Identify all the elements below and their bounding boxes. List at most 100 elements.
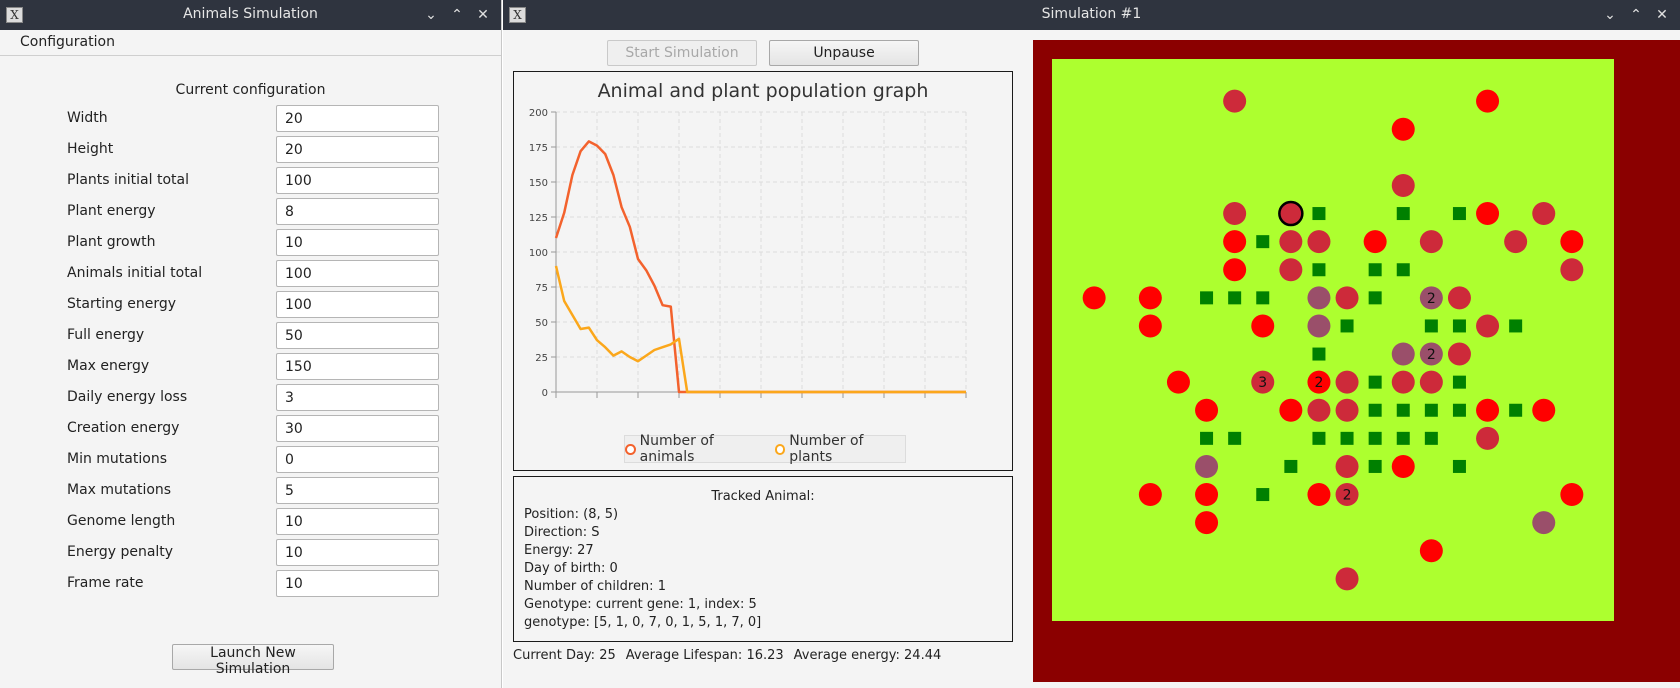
config-row: Max energy xyxy=(0,353,502,380)
config-label: Min mutations xyxy=(67,451,167,467)
config-label: Daily energy loss xyxy=(67,389,188,405)
start-simulation-button[interactable]: Start Simulation xyxy=(607,40,757,66)
map-canvas[interactable]: 2 2 3 2 2 xyxy=(1033,40,1680,682)
animal[interactable] xyxy=(1223,230,1247,254)
animal[interactable] xyxy=(1532,398,1556,422)
animal[interactable] xyxy=(1082,286,1106,310)
menu-configuration[interactable]: Configuration xyxy=(10,32,125,52)
animal[interactable] xyxy=(1532,511,1556,535)
config-input[interactable] xyxy=(276,415,439,442)
animal[interactable] xyxy=(1476,426,1500,450)
legend-animals-label: Number of animals xyxy=(639,433,714,465)
config-input[interactable] xyxy=(276,105,439,132)
animal[interactable] xyxy=(1419,370,1443,394)
animal[interactable] xyxy=(1560,230,1584,254)
animal[interactable] xyxy=(1138,483,1162,507)
close-icon[interactable]: ✕ xyxy=(473,4,493,26)
animal[interactable] xyxy=(1476,314,1500,338)
animal[interactable] xyxy=(1504,230,1528,254)
launch-simulation-button[interactable]: Launch New Simulation xyxy=(172,644,334,677)
config-input[interactable] xyxy=(276,477,439,504)
config-input[interactable] xyxy=(276,446,439,473)
config-input[interactable] xyxy=(276,353,439,380)
animal[interactable] xyxy=(1138,286,1162,310)
animal[interactable] xyxy=(1391,370,1415,394)
plant xyxy=(1368,263,1382,277)
animal[interactable] xyxy=(1476,398,1500,422)
config-input[interactable] xyxy=(276,167,439,194)
animal[interactable] xyxy=(1166,370,1190,394)
animal[interactable] xyxy=(1391,342,1415,366)
animal[interactable] xyxy=(1532,202,1556,226)
plant xyxy=(1368,431,1382,445)
animal[interactable] xyxy=(1560,483,1584,507)
animal[interactable] xyxy=(1223,202,1247,226)
animal[interactable] xyxy=(1335,370,1359,394)
config-input[interactable] xyxy=(276,291,439,318)
config-input[interactable] xyxy=(276,198,439,225)
animal[interactable] xyxy=(1279,230,1303,254)
legend-plants-symbol xyxy=(774,443,786,455)
animal[interactable] xyxy=(1307,398,1331,422)
tracked-day-of-birth: Day of birth: 0 xyxy=(524,561,618,576)
animal[interactable] xyxy=(1223,89,1247,113)
config-label: Energy penalty xyxy=(67,544,174,560)
animal[interactable] xyxy=(1335,454,1359,478)
animal[interactable] xyxy=(1307,286,1331,310)
config-label: Width xyxy=(67,110,108,126)
animal[interactable] xyxy=(1195,454,1219,478)
config-label: Plants initial total xyxy=(67,172,189,188)
tracked-animal[interactable] xyxy=(1278,200,1304,227)
minimize-icon[interactable]: ⌄ xyxy=(421,4,441,26)
animal[interactable] xyxy=(1195,398,1219,422)
config-input[interactable] xyxy=(276,508,439,535)
animal-count-label: 2 xyxy=(1427,291,1436,307)
animal[interactable] xyxy=(1223,258,1247,282)
plant xyxy=(1312,347,1326,361)
config-window-titlebar[interactable]: X Animals Simulation ⌄ ⌃ ✕ xyxy=(0,0,501,30)
tracked-animal-title: Tracked Animal: xyxy=(711,489,815,504)
animal[interactable] xyxy=(1391,454,1415,478)
animal[interactable] xyxy=(1419,230,1443,254)
simulation-window-titlebar[interactable]: X Simulation #1 ⌄ ⌃ ✕ xyxy=(503,0,1680,30)
animal[interactable] xyxy=(1279,398,1303,422)
animal[interactable] xyxy=(1335,567,1359,591)
animal[interactable] xyxy=(1476,89,1500,113)
config-input[interactable] xyxy=(276,136,439,163)
config-row: Height xyxy=(0,136,502,163)
config-input[interactable] xyxy=(276,322,439,349)
animal[interactable] xyxy=(1447,286,1471,310)
animal[interactable] xyxy=(1560,258,1584,282)
close-icon[interactable]: ✕ xyxy=(1652,4,1672,26)
unpause-button[interactable]: Unpause xyxy=(769,40,919,66)
animal[interactable] xyxy=(1307,230,1331,254)
animal[interactable] xyxy=(1279,258,1303,282)
animal[interactable] xyxy=(1391,173,1415,197)
config-input[interactable] xyxy=(276,539,439,566)
plant xyxy=(1200,431,1214,445)
maximize-icon[interactable]: ⌃ xyxy=(447,4,467,26)
animal[interactable] xyxy=(1307,314,1331,338)
config-input[interactable] xyxy=(276,384,439,411)
animal[interactable] xyxy=(1335,286,1359,310)
animal[interactable] xyxy=(1419,539,1443,563)
animal[interactable] xyxy=(1363,230,1387,254)
animal[interactable] xyxy=(1307,483,1331,507)
maximize-icon[interactable]: ⌃ xyxy=(1626,4,1646,26)
plant xyxy=(1509,319,1523,333)
animal[interactable] xyxy=(1391,117,1415,141)
animal[interactable] xyxy=(1335,398,1359,422)
animal[interactable] xyxy=(1138,314,1162,338)
animal[interactable] xyxy=(1251,314,1275,338)
plant xyxy=(1200,291,1214,305)
config-input[interactable] xyxy=(276,570,439,597)
config-input[interactable] xyxy=(276,260,439,287)
animal[interactable] xyxy=(1195,511,1219,535)
simulation-map[interactable]: 2 2 3 2 2 xyxy=(1033,40,1680,682)
minimize-icon[interactable]: ⌄ xyxy=(1600,4,1620,26)
animal[interactable] xyxy=(1476,202,1500,226)
animal[interactable] xyxy=(1195,483,1219,507)
animal[interactable] xyxy=(1447,342,1471,366)
plant xyxy=(1312,263,1326,277)
config-input[interactable] xyxy=(276,229,439,256)
